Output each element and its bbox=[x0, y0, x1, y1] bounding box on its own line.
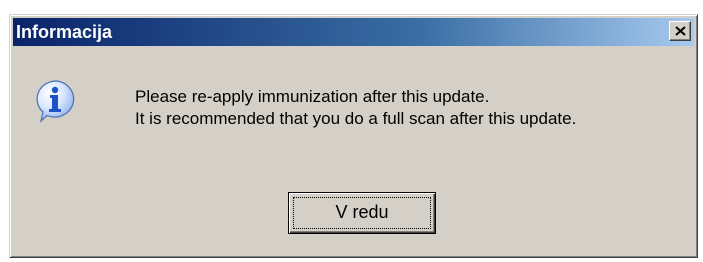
info-dialog: Informacija Please re-apply immunization… bbox=[9, 14, 698, 258]
ok-button-label: V redu bbox=[335, 202, 389, 222]
title-bar[interactable]: Informacija bbox=[13, 18, 694, 46]
message-text: Please re-apply immunization after this … bbox=[135, 86, 576, 130]
information-icon bbox=[36, 80, 75, 123]
window-title: Informacija bbox=[16, 22, 113, 42]
close-button[interactable] bbox=[669, 21, 691, 41]
ok-button[interactable]: V redu bbox=[288, 192, 436, 234]
message-line-1: Please re-apply immunization after this … bbox=[135, 87, 490, 106]
message-line-2: It is recommended that you do a full sca… bbox=[135, 109, 577, 128]
close-icon bbox=[675, 26, 686, 36]
